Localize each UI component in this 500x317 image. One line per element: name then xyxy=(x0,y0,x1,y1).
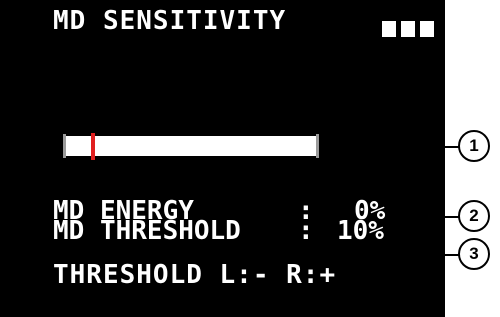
battery-segment xyxy=(381,20,397,38)
threshold-marker xyxy=(91,133,95,160)
meter-left-cap xyxy=(63,134,66,158)
md-threshold-value: 10% xyxy=(337,216,385,246)
md-threshold-label: MD THRESHOLD xyxy=(53,216,242,246)
callout-1-line xyxy=(412,146,460,148)
callout-3: 3 xyxy=(458,238,490,270)
device-screen: MD SENSITIVITY MD ENERGY : 0% MD THRESHO… xyxy=(0,0,445,317)
battery-indicator xyxy=(381,20,435,38)
battery-segment xyxy=(400,20,416,38)
callout-3-line xyxy=(412,254,460,256)
callout-2: 2 xyxy=(458,200,490,232)
callout-2-line xyxy=(412,216,460,218)
threshold-hint: THRESHOLD L:- R:+ xyxy=(52,260,337,290)
sensitivity-meter-bar xyxy=(63,134,318,158)
md-threshold-separator: : xyxy=(298,216,315,246)
battery-segment xyxy=(419,20,435,38)
meter-right-cap xyxy=(316,134,319,158)
screen-title: MD SENSITIVITY xyxy=(52,6,287,36)
callout-1: 1 xyxy=(458,130,490,162)
